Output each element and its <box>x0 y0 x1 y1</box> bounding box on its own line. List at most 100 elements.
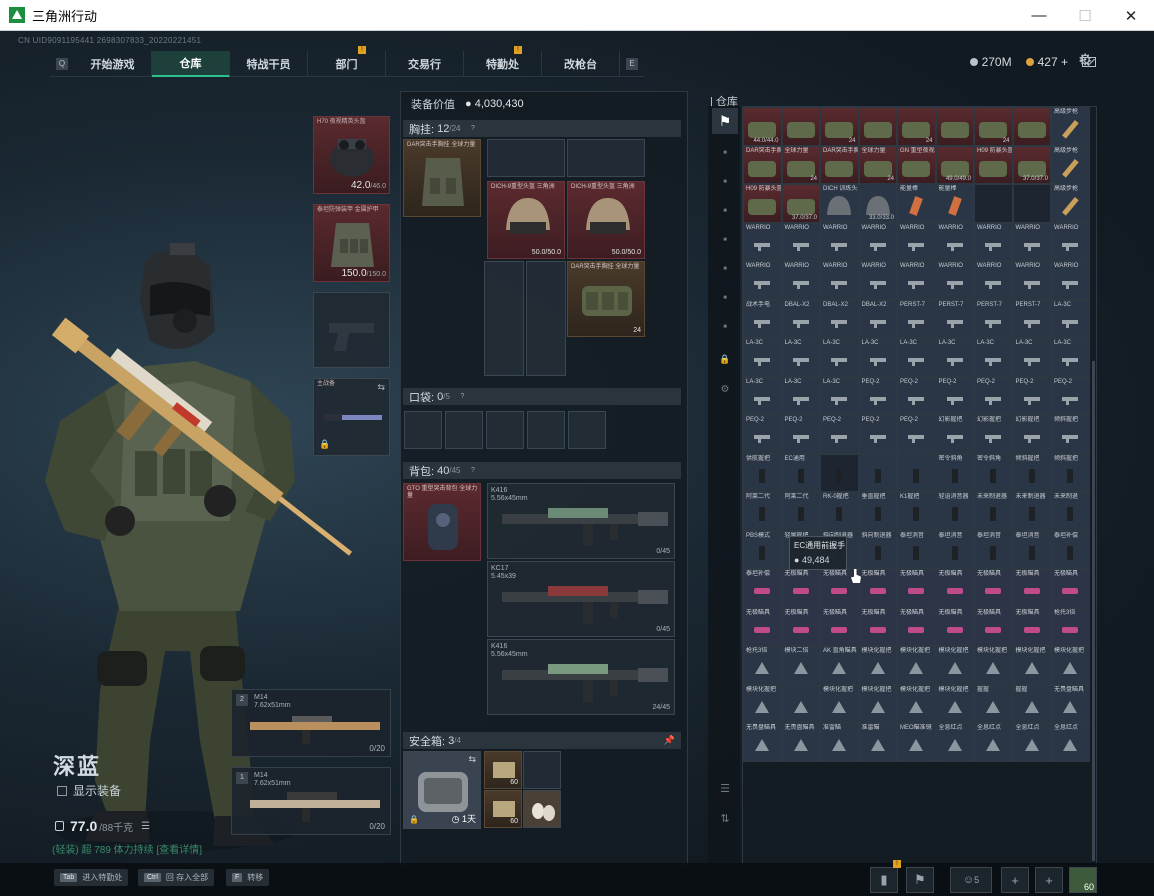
warehouse-main-tab[interactable]: ⚑ <box>712 108 738 134</box>
warehouse-item[interactable]: 准雷瞄 <box>858 723 897 762</box>
tab-1[interactable]: 仓库 <box>152 50 230 77</box>
pocket-slot[interactable] <box>527 411 565 449</box>
keyboard-hint[interactable]: Ctrl 回 存入全部 <box>138 869 215 886</box>
pocket-slot[interactable] <box>568 411 606 449</box>
warehouse-item[interactable]: PEQ-2 <box>820 415 859 454</box>
warehouse-item[interactable]: 倾斜握把 <box>1012 453 1051 492</box>
warehouse-item[interactable]: 握握 <box>1012 684 1051 723</box>
warehouse-item[interactable]: 无极瞄具 <box>858 569 897 608</box>
warehouse-item[interactable]: 幻影握把 <box>974 415 1013 454</box>
warehouse-item[interactable]: 24 <box>974 107 1013 146</box>
warehouse-item[interactable]: 无极瞄具 <box>820 607 859 646</box>
warehouse-item[interactable]: 模块化握把 <box>897 646 936 685</box>
warehouse-item[interactable]: 阿莱二代 <box>781 492 820 531</box>
tab-0[interactable]: 开始游戏 <box>74 50 152 77</box>
warehouse-item[interactable]: 模块化握把 <box>743 684 782 723</box>
warehouse-item[interactable] <box>897 453 936 492</box>
warehouse-item[interactable]: RK-0握把 <box>820 492 859 531</box>
warehouse-item[interactable]: 37.0/37.0 <box>781 184 820 223</box>
backpack-gun[interactable]: KC17 5.45x39 0/45 <box>487 561 675 637</box>
swap-icon[interactable]: ⇆ <box>377 382 385 393</box>
help-icon[interactable]: ? <box>458 392 467 401</box>
warehouse-item[interactable]: 模块化握把 <box>935 684 974 723</box>
warehouse-item[interactable]: WARRIO <box>1012 261 1051 300</box>
keyboard-hint[interactable]: F 转移 <box>226 869 270 886</box>
warehouse-item[interactable]: H09 防暴头盔 <box>974 145 1013 184</box>
warehouse-item[interactable]: 49.0/49.0 <box>935 145 974 184</box>
warehouse-item[interactable]: 无极瞄具 <box>897 569 936 608</box>
warehouse-item[interactable]: PEQ-2 <box>897 415 936 454</box>
warehouse-item[interactable]: WARRIO <box>897 222 936 261</box>
list-icon[interactable]: ☰ <box>141 821 150 832</box>
warehouse-item[interactable]: WARRIO <box>781 261 820 300</box>
warehouse-item[interactable] <box>1012 184 1051 223</box>
settings-gear-icon[interactable]: ⚙ <box>1078 53 1094 69</box>
warehouse-item[interactable]: 阿莱二代 <box>743 492 782 531</box>
warehouse-item[interactable]: 模块化握把 <box>820 684 859 723</box>
warehouse-item[interactable]: 全球力量 24 <box>858 145 897 184</box>
warehouse-item[interactable]: LA-3C <box>897 338 936 377</box>
pocket-slot[interactable] <box>404 411 442 449</box>
warehouse-item[interactable]: 全息红点 <box>935 723 974 762</box>
warehouse-item[interactable]: WARRIO <box>781 222 820 261</box>
warehouse-item[interactable] <box>781 107 820 146</box>
stack-icon[interactable]: ☰ <box>712 776 738 802</box>
warehouse-item[interactable]: 无极瞄具 <box>935 607 974 646</box>
warehouse-item[interactable]: WARRIO <box>935 222 974 261</box>
warehouse-item[interactable]: WARRIO <box>820 261 859 300</box>
warehouse-item[interactable]: LA-3C <box>781 338 820 377</box>
warehouse-item[interactable]: WARRIO <box>1051 261 1090 300</box>
show-equipment-checkbox[interactable] <box>57 785 67 796</box>
warehouse-item[interactable]: 战术手电 <box>743 299 782 338</box>
warehouse-item[interactable]: MEO瞄准镜 <box>897 723 936 762</box>
warehouse-item[interactable]: 模块化握把 <box>1051 646 1090 685</box>
warehouse-item[interactable]: 高级步枪 <box>1051 107 1090 146</box>
warehouse-item[interactable]: WARRIO <box>743 261 782 300</box>
warehouse-subtab[interactable]: ■ <box>712 198 738 224</box>
warehouse-item[interactable]: 斜向制退器 <box>858 530 897 569</box>
add-squad-slot[interactable]: + <box>1001 867 1029 893</box>
warehouse-item[interactable]: 模块化握把 <box>858 646 897 685</box>
warehouse-subtab[interactable]: ■ <box>712 140 738 166</box>
warehouse-item[interactable]: 无极瞄具 <box>1012 607 1051 646</box>
warehouse-item[interactable]: PEQ-2 <box>743 415 782 454</box>
minimize-button[interactable]: — <box>1016 0 1062 31</box>
warehouse-item[interactable]: LA-3C <box>743 376 782 415</box>
warehouse-item[interactable]: PEQ-2 <box>858 376 897 415</box>
warehouse-item[interactable]: LA-3C <box>820 338 859 377</box>
warehouse-item[interactable]: WARRIO <box>1051 222 1090 261</box>
warehouse-item[interactable]: 密令斜角 <box>974 453 1013 492</box>
tab-2[interactable]: 特战干员 <box>230 50 308 77</box>
backpack-gun[interactable]: K416 5.56x45mm 0/45 <box>487 483 675 559</box>
warehouse-item[interactable]: 幻影握把 <box>935 415 974 454</box>
warehouse-item[interactable]: LA-3C <box>743 338 782 377</box>
warehouse-item[interactable] <box>974 184 1013 223</box>
warehouse-item[interactable]: LA-3C <box>820 376 859 415</box>
warehouse-item[interactable]: 模块化握把 <box>974 646 1013 685</box>
warehouse-item[interactable]: 44.0/44.0 <box>743 107 782 146</box>
settings-icon[interactable]: ⚙ <box>712 376 738 402</box>
warehouse-item[interactable]: 37.0/37.0 <box>1012 145 1051 184</box>
show-equipment-toggle[interactable]: 显示装备 <box>57 782 121 799</box>
warehouse-item[interactable]: PERST-7 <box>974 299 1013 338</box>
warehouse-item[interactable]: 无极瞄具 <box>1051 569 1090 608</box>
tab-3[interactable]: 部门 <box>308 50 386 77</box>
warehouse-item[interactable]: PEQ-2 <box>1051 376 1090 415</box>
warehouse-item[interactable]: 握握 <box>974 684 1013 723</box>
stats-icon[interactable]: ▮ <box>870 867 898 893</box>
primary-weapon-slot-2[interactable]: 2 M14 7.62x51mm 0/20 <box>231 689 391 757</box>
warehouse-item[interactable]: 模块二倍 <box>781 646 820 685</box>
warehouse-subtab[interactable]: ■ <box>712 227 738 253</box>
warehouse-item[interactable]: 未来制退 <box>1051 492 1090 531</box>
warehouse-item[interactable]: 能量棒 <box>897 184 936 223</box>
warehouse-item[interactable]: PBS模式 <box>743 530 782 569</box>
warehouse-item[interactable]: DAR突击手胸挂 <box>820 145 859 184</box>
warehouse-item[interactable]: 泰坦补偿 <box>743 569 782 608</box>
safebox-swap-icon[interactable]: ⇆ <box>468 754 476 765</box>
maximize-button[interactable]: ☐ <box>1062 0 1108 31</box>
nav-next-key[interactable]: E <box>626 57 638 70</box>
warehouse-item[interactable]: PEQ-2 <box>935 376 974 415</box>
chest-grid-cell[interactable] <box>487 139 565 177</box>
armor-slot[interactable]: 泰坦防弹装甲 金属护甲 150.0/150.0 <box>313 204 390 282</box>
safebox-slot[interactable]: ⇆ 🔒 ◷ 1天 <box>403 751 481 829</box>
